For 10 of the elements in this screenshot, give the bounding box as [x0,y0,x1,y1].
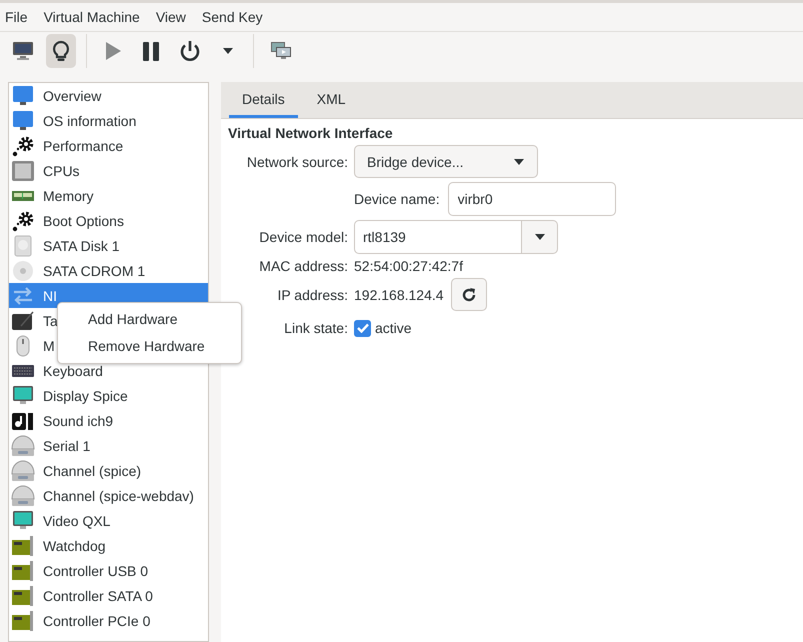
field-label: Device model: [258,229,348,245]
field-label: Device name: [354,191,440,207]
field-label: MAC address: [258,258,348,274]
field-label: Link state: [283,320,348,336]
field-label: IP address: [276,286,348,302]
section-title: Virtual Network Interface [228,125,394,141]
ip-address: 192.168.124.4 [354,286,444,302]
field-label: Network source: [246,154,348,170]
mac-address: 52:54:00:27:42:7f [354,258,463,274]
checkbox-label: active [375,320,412,336]
